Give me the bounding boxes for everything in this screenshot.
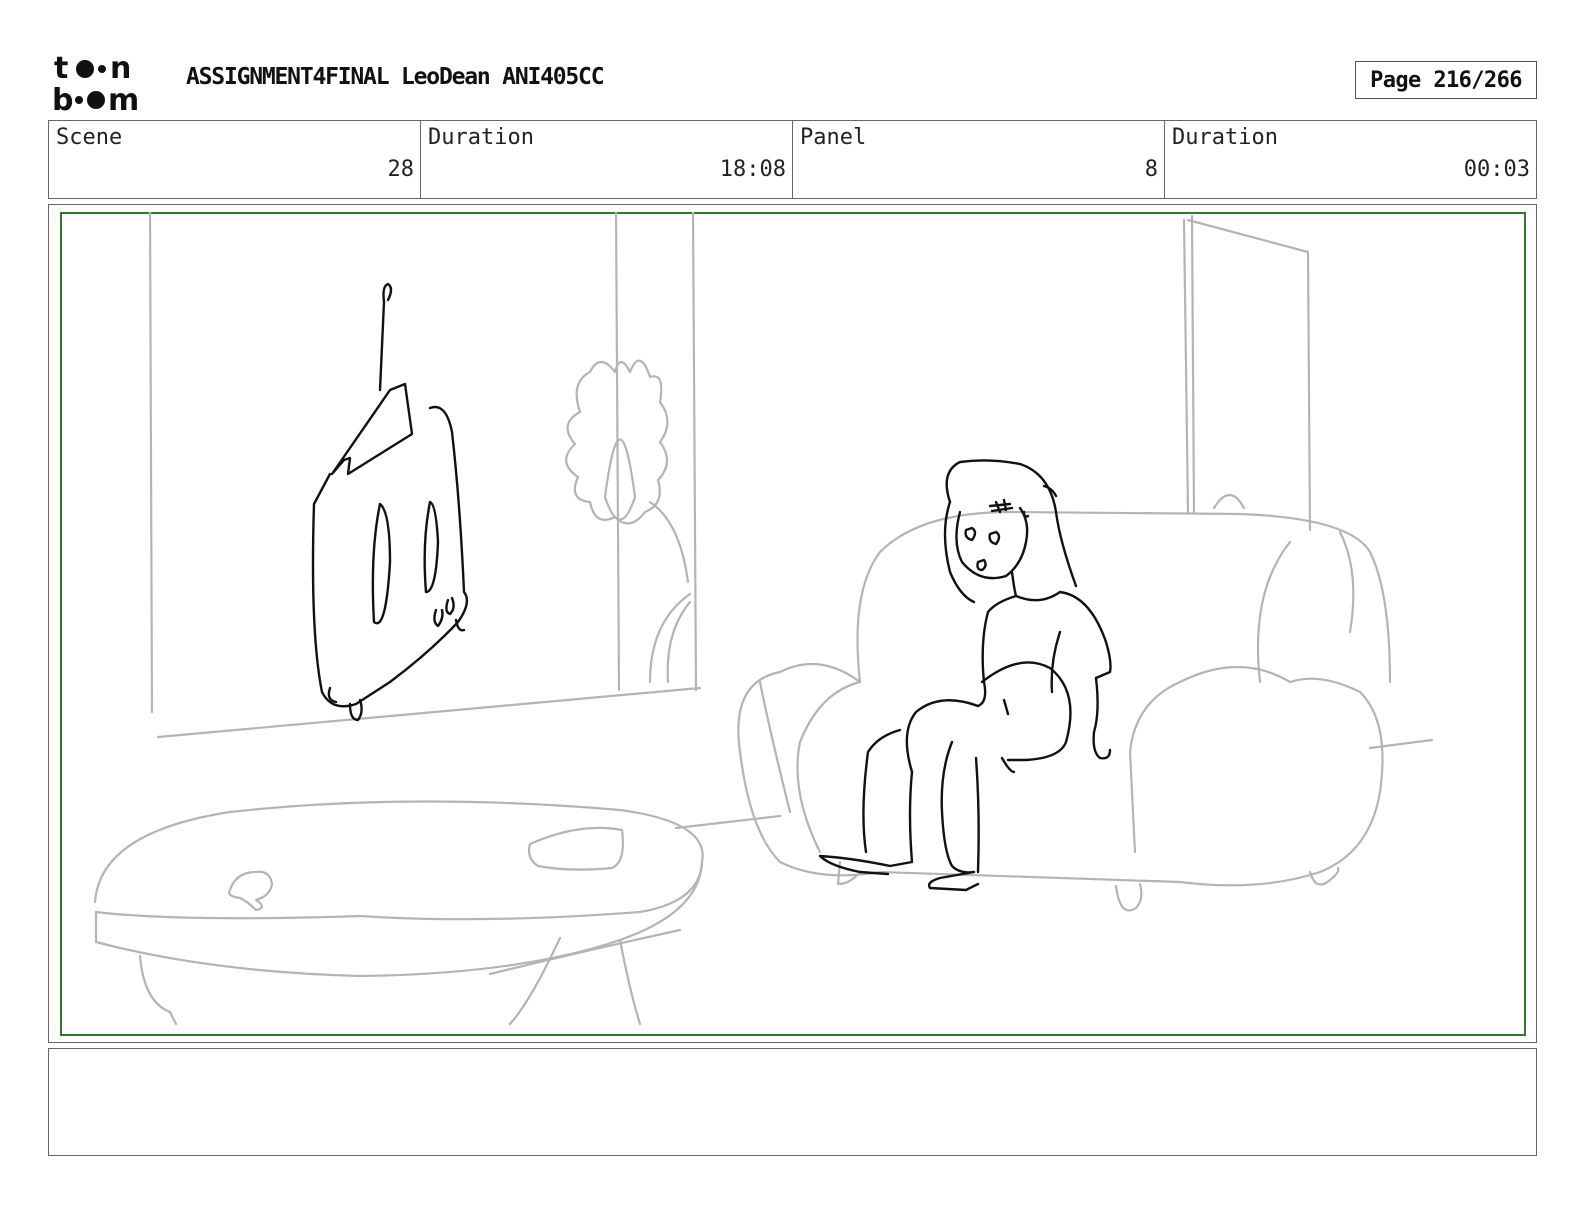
panel-cell: Panel 8 bbox=[793, 121, 1165, 198]
scene-duration-value: 18:08 bbox=[719, 157, 786, 182]
scene-cell: Scene 28 bbox=[49, 121, 421, 198]
svg-text:t: t bbox=[54, 51, 68, 86]
document-title: ASSIGNMENT4FINAL LeoDean ANI405CC bbox=[186, 64, 605, 90]
suitcase-sketch bbox=[311, 282, 469, 722]
svg-text:b: b bbox=[52, 83, 73, 112]
toon-boom-logo: t n b m bbox=[52, 51, 139, 112]
panel-info-row: Scene 28 Duration 18:08 Panel 8 Duration… bbox=[48, 120, 1537, 199]
panel-notes-box bbox=[48, 1048, 1537, 1156]
scene-duration-label: Duration bbox=[428, 125, 534, 150]
panel-label: Panel bbox=[800, 125, 867, 150]
svg-text:n: n bbox=[110, 51, 131, 86]
scene-label: Scene bbox=[56, 125, 123, 150]
panel-duration-cell: Duration 00:03 bbox=[1165, 121, 1536, 198]
couch-sketch bbox=[737, 510, 1392, 912]
scene-duration-cell: Duration 18:08 bbox=[421, 121, 793, 198]
scene-value: 28 bbox=[387, 157, 415, 182]
girl-character-sketch bbox=[818, 459, 1112, 892]
panel-sketch bbox=[93, 212, 1434, 1026]
page-number: Page 216/266 bbox=[1355, 61, 1537, 99]
room-background-sketch bbox=[148, 212, 1434, 830]
svg-text:m: m bbox=[108, 83, 139, 112]
panel-duration-value: 00:03 bbox=[1463, 157, 1530, 182]
panel-value: 8 bbox=[1144, 157, 1158, 182]
coffee-table-sketch bbox=[93, 800, 704, 1026]
panel-duration-label: Duration bbox=[1172, 125, 1278, 150]
